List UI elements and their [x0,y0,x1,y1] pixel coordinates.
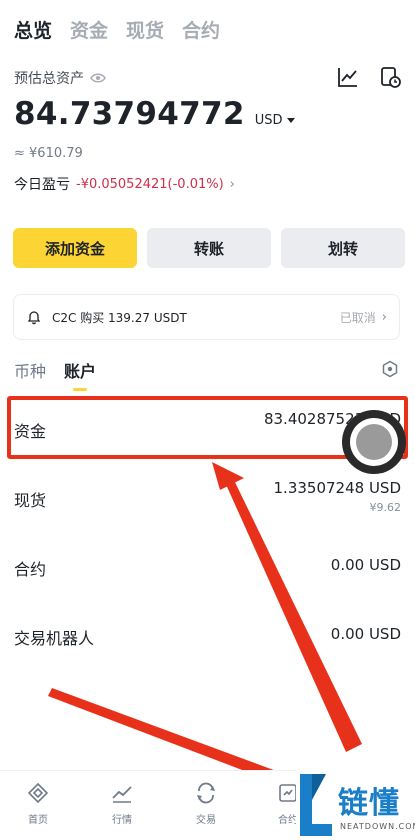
tab-coins[interactable]: 币种 [14,358,46,382]
nav-label: 首页 [28,815,48,826]
account-value: 0.00 USD [330,556,401,574]
currency-selector[interactable]: USD [255,113,295,128]
tab-spot[interactable]: 现货 [126,16,164,43]
market-chart-icon [112,786,132,803]
caret-down-icon [286,118,295,123]
settings-hex-icon[interactable] [381,360,399,378]
watermark-text: 链懂 [338,786,400,821]
add-funds-button[interactable]: 添加资金 [13,228,137,268]
approx-cny-value: ≈ ¥610.79 [14,146,83,161]
today-pnl-label: 今日盈亏 [14,177,70,193]
order-notice-card[interactable]: C2C 购买 139.27 USDT 已取消 › [13,294,400,340]
account-name: 现货 [14,491,47,510]
estimated-assets-label: 预估总资产 [14,68,106,88]
touch-ring-inner [356,424,392,460]
watermark-url: NEATDOWN.COM [340,822,415,831]
account-cny-value: ¥9.62 [369,501,402,514]
account-name: 交易机器人 [14,629,95,648]
trade-swap-icon [197,782,215,804]
notice-text: C2C 购买 139.27 USDT [52,310,187,325]
nav-label: 合约 [278,815,298,826]
nav-trade[interactable]: 交易 [176,781,236,826]
account-name: 合约 [14,560,47,579]
tab-funds[interactable]: 资金 [70,16,108,43]
eye-icon[interactable] [90,72,106,84]
bell-icon [27,311,41,325]
action-buttons: 添加资金 转账 划转 [13,228,405,268]
annotation-arrow-to-funding [212,462,362,752]
chevron-right-icon: › [381,309,387,325]
nav-label: 行情 [112,815,132,826]
currency-label: USD [254,113,283,128]
internal-transfer-button[interactable]: 划转 [281,228,405,268]
nav-label: 交易 [196,815,216,826]
total-balance: 84.73794772 [14,96,245,132]
notice-status: 已取消 [339,310,376,325]
analysis-chart-icon[interactable] [337,66,359,88]
top-tabs: 总览 资金 现货 合约 [14,16,220,43]
touch-ring-outer [350,418,398,466]
touch-indicator [342,410,406,474]
transfer-button[interactable]: 转账 [147,228,271,268]
tab-overview[interactable]: 总览 [14,16,52,43]
chevron-right-icon: › [229,176,235,192]
balance-row: 84.73794772 USD [14,96,295,132]
today-pnl-value: -¥0.05052421(-0.01%) [76,176,224,192]
sub-tabs: 币种 账户 [14,358,96,382]
account-value: 0.00 USD [330,625,401,643]
nav-home[interactable]: 首页 [8,781,68,826]
tab-futures[interactable]: 合约 [182,16,220,43]
history-record-icon[interactable] [379,66,401,88]
today-pnl-row[interactable]: 今日盈亏 -¥0.05052421(-0.01%) › [14,174,235,194]
nav-market[interactable]: 行情 [92,781,152,826]
estimated-assets-text: 预估总资产 [14,71,84,87]
tab-accounts[interactable]: 账户 [64,358,96,382]
account-value: 1.33507248 USD [273,479,401,497]
home-diamond-icon [27,782,49,804]
watermark: 链懂 NEATDOWN.COM [296,770,415,840]
watermark-logo-icon [300,774,332,836]
